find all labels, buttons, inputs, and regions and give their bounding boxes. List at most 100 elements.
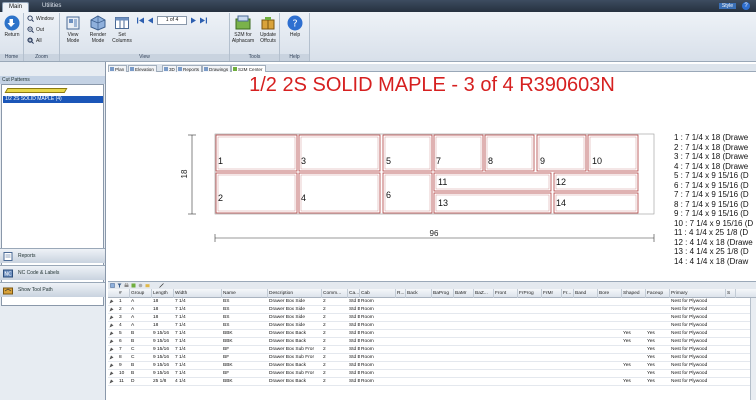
table-cell: 9 15/16	[153, 355, 170, 360]
help-button[interactable]: ? Help	[283, 15, 307, 38]
table-cell	[562, 314, 574, 322]
view-mode-button[interactable]: View Mode	[62, 15, 84, 44]
part-2[interactable]	[215, 172, 298, 214]
page-indicator[interactable]: 1 of 4	[157, 16, 187, 25]
table-row[interactable]: 8 C 9 15/16 7 1/4 BF Drawer Box Sub Fror 2 Std …	[108, 354, 756, 362]
part-number: 9	[540, 156, 545, 166]
column-header[interactable]: BaProg	[432, 289, 454, 298]
column-header[interactable]: FrProg	[518, 289, 542, 298]
column-header[interactable]: Front	[494, 289, 518, 298]
part-7[interactable]	[433, 134, 484, 172]
grid-export-icon[interactable]	[131, 283, 136, 288]
table-cell: 7 1/4	[175, 371, 186, 376]
legend-entry: 6 : 7 1/4 x 9 15/16 (D	[674, 180, 749, 190]
column-header[interactable]: Name	[222, 289, 268, 298]
table-cell: Room	[361, 355, 374, 360]
column-header[interactable]: #	[118, 289, 130, 298]
grid-folder-icon[interactable]	[145, 283, 150, 288]
cut-pattern-drawing[interactable]: 1/2 2S SOLID MAPLE - 3 of 4 R390603N 18 …	[108, 72, 756, 280]
column-header[interactable]: BaMr	[454, 289, 474, 298]
table-row[interactable]: 6 B 9 15/16 7 1/4 BBK Drawer Box Back 2 Std Bas…	[108, 338, 756, 346]
column-header[interactable]: Width	[174, 289, 222, 298]
tab-main[interactable]: Main	[2, 2, 30, 12]
table-row[interactable]: 1 A 18 7 1/4 BS Drawer Box Side 2 Std BaseRoom N…	[108, 298, 756, 306]
part-14[interactable]	[553, 192, 639, 214]
table-row[interactable]: 3 A 18 7 1/4 BS Drawer Box Side 2 Std BaseRoom N…	[108, 314, 756, 322]
grid-column-chooser-icon[interactable]	[159, 283, 164, 288]
tab-plan[interactable]: Plan	[108, 65, 128, 72]
table-cell: Std Base	[349, 371, 360, 376]
help-question-icon[interactable]: ?	[742, 2, 750, 10]
previous-page-icon[interactable]	[146, 16, 155, 25]
part-4[interactable]	[298, 172, 381, 214]
column-header[interactable]: Cab	[360, 289, 396, 298]
reports-button[interactable]: Reports	[0, 248, 105, 263]
part-11[interactable]	[433, 172, 552, 192]
tab-drawings[interactable]: Drawings	[202, 65, 232, 72]
tab-elevation[interactable]: Elevation	[128, 65, 157, 72]
table-row[interactable]: 5 B 9 15/16 7 1/4 BBK Drawer Box Back 2 Std Bas…	[108, 330, 756, 338]
column-header[interactable]: Shaped	[622, 289, 646, 298]
column-header[interactable]: BaZ...	[474, 289, 494, 298]
nc-code-labels-button[interactable]: NC NC Code & Labels	[0, 265, 105, 280]
style-menu[interactable]: Style	[718, 3, 736, 9]
table-cell: BS	[223, 307, 230, 312]
part-12[interactable]	[553, 172, 639, 192]
table-cell: BBK	[223, 339, 233, 344]
table-row[interactable]: 2 A 18 7 1/4 BS Drawer Box Side 2 Std BaseRoom N…	[108, 306, 756, 314]
part-number: 10	[592, 156, 602, 166]
last-page-icon[interactable]	[199, 16, 208, 25]
tab-s2m-center[interactable]: S2M Center	[231, 65, 266, 72]
table-cell: 2	[323, 315, 326, 320]
grid-filter-icon[interactable]	[117, 283, 122, 288]
column-header[interactable]: Band	[574, 289, 598, 298]
grid-vertical-scrollbar[interactable]	[750, 298, 756, 400]
update-offcuts-button[interactable]: Update Offcuts	[256, 15, 280, 44]
zoom-out-button[interactable]: Out	[27, 26, 44, 35]
s2m-alphacam-button[interactable]: S2M for Alphacam	[231, 15, 255, 44]
table-cell	[574, 378, 598, 386]
zoom-window-button[interactable]: Window	[27, 15, 54, 24]
table-cell	[432, 354, 454, 362]
table-cell	[574, 338, 598, 346]
table-cell: Yes	[647, 371, 655, 376]
part-3[interactable]	[298, 134, 381, 172]
cut-pattern-item[interactable]: 1/2 2S SOLID MAPLE (4)	[3, 96, 103, 103]
part-1[interactable]	[215, 134, 298, 172]
column-header[interactable]: S	[726, 289, 736, 298]
column-header[interactable]: Length	[152, 289, 174, 298]
tab-utilities[interactable]: Utilities	[36, 2, 67, 12]
help-icon: ?	[287, 15, 303, 31]
column-header[interactable]: Bore	[598, 289, 622, 298]
set-columns-button[interactable]: Set Columns	[111, 15, 133, 44]
show-tool-path-button[interactable]: Show Tool Path	[0, 282, 105, 297]
grid-settings-icon[interactable]	[138, 283, 143, 288]
table-cell: B	[131, 363, 135, 368]
table-row[interactable]: 9 B 9 15/16 7 1/4 BBK Drawer Box Back 2 Std Bas…	[108, 362, 756, 370]
grid-options-icon[interactable]	[110, 283, 115, 288]
table-row[interactable]: 7 C 9 15/16 7 1/4 BF Drawer Box Sub Fror 2 Std …	[108, 346, 756, 354]
grid-print-icon[interactable]	[124, 283, 129, 288]
zoom-all-button[interactable]: All	[27, 37, 42, 46]
table-cell	[574, 314, 598, 322]
part-13[interactable]	[433, 192, 552, 214]
column-header[interactable]: Comm...	[322, 289, 348, 298]
column-header[interactable]: Description	[268, 289, 322, 298]
return-button[interactable]: Return	[1, 15, 23, 38]
column-header[interactable]: R...	[396, 289, 406, 298]
column-header[interactable]: Faceup	[646, 289, 670, 298]
table-row[interactable]: 11 D 25 1/8 4 1/4 BBK Drawer Box Back 2 Std Bas…	[108, 378, 756, 386]
render-mode-button[interactable]: Render Mode	[86, 15, 110, 44]
column-header[interactable]: Back	[406, 289, 432, 298]
column-header[interactable]: Primary	[670, 289, 726, 298]
column-header[interactable]: Group	[130, 289, 152, 298]
column-header[interactable]: FrMr	[542, 289, 562, 298]
next-page-icon[interactable]	[189, 16, 198, 25]
table-row[interactable]: 4 A 18 7 1/4 BS Drawer Box Side 2 Std BaseRoom N…	[108, 322, 756, 330]
column-header[interactable]: Fr...	[562, 289, 574, 298]
column-header[interactable]: Ca...	[348, 289, 360, 298]
tab-reports[interactable]: Reports	[176, 65, 203, 72]
table-row[interactable]: 10 B 9 15/16 7 1/4 BF Drawer Box Sub Fror 2 Std…	[108, 370, 756, 378]
first-page-icon[interactable]	[136, 16, 145, 25]
table-cell	[574, 306, 598, 314]
